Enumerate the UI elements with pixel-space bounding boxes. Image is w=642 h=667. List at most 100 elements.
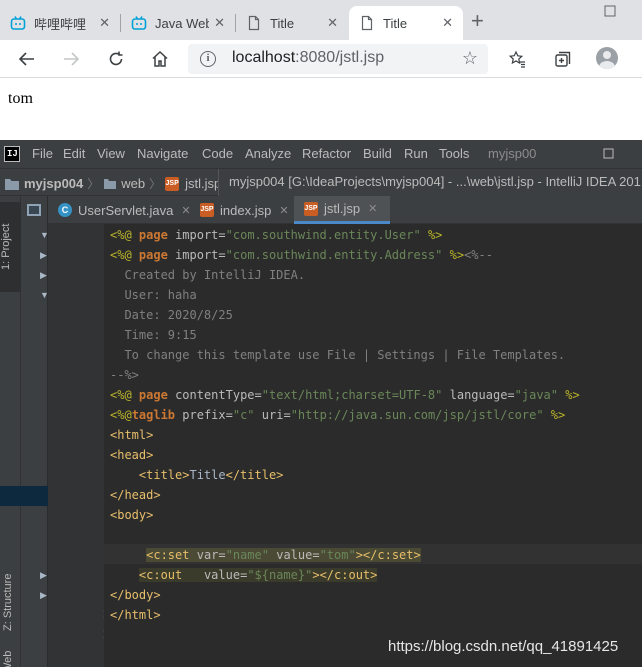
refresh-icon: [109, 51, 123, 66]
breadcrumb-web[interactable]: web: [121, 176, 145, 191]
tree-collapse-icon[interactable]: ▶: [40, 270, 47, 281]
code-line: </head>: [110, 488, 161, 502]
jsp-file-icon: JSP: [165, 176, 180, 191]
reload-button[interactable]: [103, 46, 129, 72]
browser-tab-strip: 哔哩哔哩 ✕ Java Web ✕ Title ✕ Title ✕ +: [0, 0, 642, 40]
close-icon[interactable]: ✕: [214, 16, 225, 30]
tool-tab-project[interactable]: 1: Project: [0, 202, 21, 292]
tree-collapse-icon[interactable]: ▶: [40, 570, 47, 581]
url-host: localhost: [232, 49, 296, 66]
menu-edit[interactable]: Edit: [63, 146, 85, 161]
tool-tab-web[interactable]: Web: [2, 643, 14, 667]
arrow-right-icon: [64, 52, 80, 66]
code-line: <%@taglib prefix="c" uri="http://java.su…: [110, 408, 566, 422]
editor-tab-userservlet[interactable]: C UserServlet.java ✕: [48, 196, 191, 224]
menu-analyze[interactable]: Analyze: [245, 146, 291, 161]
favorites-button[interactable]: [504, 46, 530, 72]
code-line: <html>: [110, 428, 154, 442]
tab-label: Title: [383, 15, 408, 31]
close-icon[interactable]: ✕: [99, 16, 110, 30]
tab-label: Title: [270, 15, 295, 31]
document-icon: [248, 15, 260, 31]
browser-tab-2[interactable]: Java Web ✕: [121, 6, 235, 40]
code-line: Time: 9:15: [110, 328, 197, 342]
code-line: <body>: [110, 508, 154, 522]
close-icon[interactable]: ✕: [368, 202, 377, 215]
code-editor[interactable]: <%@ page import="com.southwind.entity.Us…: [104, 224, 642, 667]
menu-view[interactable]: View: [97, 146, 125, 161]
breadcrumb: myjsp004 〉 web 〉 JSP jstl.jsp: [4, 175, 221, 192]
tree-collapse-icon[interactable]: ▶: [40, 590, 47, 601]
menu-navigate[interactable]: Navigate: [137, 146, 188, 161]
collections-button[interactable]: [550, 46, 576, 72]
folder-icon: [5, 178, 19, 190]
jsp-file-icon: JSP: [200, 203, 214, 217]
menu-run[interactable]: Run: [404, 146, 428, 161]
page-output-text: tom: [8, 90, 33, 107]
watermark-text: https://blog.csdn.net/qq_41891425: [388, 638, 619, 655]
new-tab-button[interactable]: +: [471, 10, 484, 32]
editor-tab-bar: C UserServlet.java ✕ JSP index.jsp ✕ JSP…: [48, 196, 642, 224]
forward-button[interactable]: [58, 46, 84, 72]
chevron-right-icon: 〉: [149, 177, 162, 191]
editor-tab-index[interactable]: JSP index.jsp ✕: [190, 196, 290, 224]
page-viewport: tom: [0, 78, 642, 140]
breadcrumb-file[interactable]: jstl.jsp: [185, 176, 221, 191]
editor-gutter: 1 2 3 4 5 6 7 8 9 10 11 12 13 14 15 16 1…: [48, 224, 116, 667]
favorites-list-icon: [508, 50, 525, 68]
ide-navigation-bar: myjsp004 〉 web 〉 JSP jstl.jsp myjsp004 […: [0, 168, 642, 196]
code-line: User: haha: [110, 288, 197, 302]
java-class-icon: C: [58, 203, 72, 217]
menu-code[interactable]: Code: [202, 146, 233, 161]
menu-refactor[interactable]: Refactor: [302, 146, 351, 161]
ide-window: IJ File Edit View Navigate Code Analyze …: [0, 140, 642, 667]
editor-tab-jstl[interactable]: JSP jstl.jsp ✕: [294, 196, 390, 224]
code-line: <%@ page contentType="text/html;charset=…: [110, 388, 580, 402]
maximize-icon[interactable]: [604, 4, 616, 22]
code-line: --%>: [110, 368, 139, 382]
code-line: <title>Title</title>: [138, 468, 284, 482]
profile-avatar[interactable]: [596, 47, 618, 69]
home-button[interactable]: [147, 46, 173, 72]
web-folder-icon: [104, 178, 117, 189]
bilibili-icon: [131, 16, 147, 30]
menu-file[interactable]: File: [32, 146, 53, 161]
project-name: myjsp00: [488, 146, 537, 161]
editor-tab-label: index.jsp: [220, 202, 272, 218]
home-icon: [152, 50, 168, 67]
browser-tab-3[interactable]: Title ✕: [236, 6, 348, 40]
code-line: </body>: [110, 588, 161, 602]
code-line: <c:set var="name" value="tom"></c:set>: [146, 548, 421, 562]
code-line: Created by IntelliJ IDEA.: [110, 268, 306, 282]
chevron-right-icon: 〉: [87, 177, 100, 191]
code-line: <c:out value="${name}"></c:out>: [138, 568, 378, 582]
address-bar[interactable]: i localhost:8080/jstl.jsp ☆: [188, 44, 488, 74]
tab-label: Java Web: [155, 15, 209, 31]
ide-menu-bar: IJ File Edit View Navigate Code Analyze …: [0, 140, 642, 168]
intellij-logo-icon: IJ: [4, 146, 20, 162]
bookmark-star-icon[interactable]: ☆: [462, 48, 478, 69]
browser-tab-1[interactable]: 哔哩哔哩 ✕: [0, 6, 120, 40]
close-icon[interactable]: ✕: [327, 16, 338, 30]
back-button[interactable]: [14, 46, 40, 72]
tool-tab-structure[interactable]: Z: Structure: [2, 551, 14, 631]
browser-toolbar: i localhost:8080/jstl.jsp ☆: [0, 40, 642, 78]
tab-label: 哔哩哔哩: [34, 16, 87, 32]
menu-build[interactable]: Build: [363, 146, 392, 161]
breadcrumb-project[interactable]: myjsp004: [24, 176, 83, 191]
ide-maximize-icon[interactable]: [603, 147, 614, 162]
bilibili-icon: [10, 16, 26, 30]
editor-tab-label: UserServlet.java: [78, 202, 174, 218]
tree-collapse-icon[interactable]: ▶: [40, 250, 47, 261]
project-view-icon[interactable]: [27, 204, 41, 216]
code-line: <%@ page import="com.southwind.entity.Us…: [110, 228, 443, 242]
browser-tab-active[interactable]: Title ✕: [349, 6, 463, 40]
menu-tools[interactable]: Tools: [439, 146, 469, 161]
arrow-left-icon: [18, 52, 34, 66]
close-icon[interactable]: ✕: [279, 204, 288, 217]
close-icon[interactable]: ✕: [442, 16, 453, 30]
jsp-file-icon: JSP: [304, 201, 318, 216]
info-icon[interactable]: i: [200, 51, 216, 67]
code-line: </html>: [110, 608, 161, 622]
project-pane-collapsed[interactable]: ▼ ▶ ▶ ▼ ▶ ▶: [21, 196, 49, 667]
